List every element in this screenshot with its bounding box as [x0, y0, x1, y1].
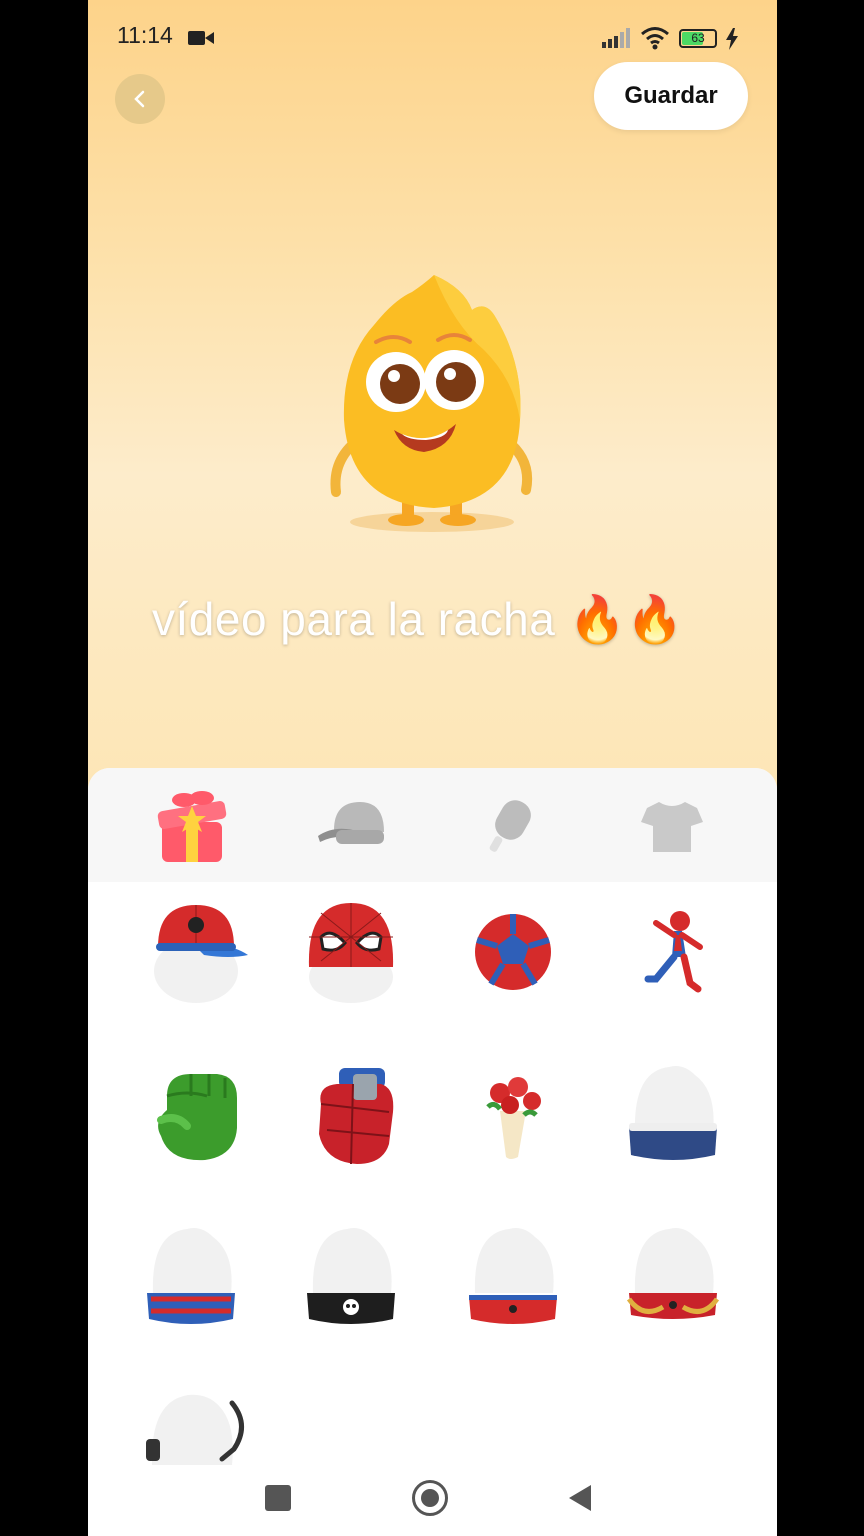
item-spiderman-glove[interactable]: [296, 1056, 406, 1176]
item-skull-headband[interactable]: [296, 1218, 406, 1338]
customization-panel: [88, 768, 777, 1536]
tab-clothes[interactable]: [632, 786, 712, 866]
battery-icon: 63: [679, 29, 717, 48]
spider-headband-icon: [469, 1228, 557, 1324]
skull-headband-icon: [307, 1228, 395, 1324]
recents-button[interactable]: [258, 1478, 298, 1518]
status-time: 11:14: [117, 22, 173, 48]
gift-icon: [157, 791, 227, 862]
flame-mascot-avatar: [330, 275, 532, 532]
cap-icon: [318, 802, 384, 844]
video-camera-icon: [188, 31, 214, 45]
system-navigation-bar: [88, 1460, 777, 1536]
spiderman-figure-icon: [644, 911, 703, 993]
video-caption: vídeo para la racha 🔥🔥: [152, 593, 685, 645]
soccer-ball-icon: [475, 914, 551, 990]
tshirt-icon: [641, 802, 703, 852]
phone-screen: 11:14 63 Guardar vídeo para la racha 🔥🔥: [88, 0, 777, 1536]
green-fist-icon: [157, 1074, 237, 1161]
charging-icon: [726, 28, 738, 50]
item-spiderman-mask[interactable]: [296, 892, 406, 1012]
item-spiderman-figure[interactable]: [618, 892, 728, 1012]
chevron-left-icon: [134, 90, 145, 108]
signal-icon: [602, 28, 630, 48]
tab-gifts[interactable]: [152, 786, 232, 866]
esu-headband-icon: [629, 1066, 717, 1160]
item-flower-bouquet[interactable]: [458, 1056, 568, 1176]
back-nav-button[interactable]: [560, 1478, 600, 1518]
back-button[interactable]: [115, 74, 165, 124]
spiderman-glove-icon: [319, 1068, 394, 1165]
category-tabs: [88, 768, 777, 882]
square-icon: [265, 1485, 291, 1511]
home-button[interactable]: [410, 1478, 450, 1518]
wifi-icon: [641, 27, 669, 50]
triangle-back-icon: [569, 1485, 591, 1511]
flower-bouquet-icon: [486, 1077, 541, 1159]
save-button[interactable]: Guardar: [594, 62, 748, 130]
tab-hats[interactable]: [312, 786, 392, 866]
tab-items[interactable]: [472, 786, 552, 866]
item-green-fist[interactable]: [140, 1056, 250, 1176]
item-spiderman-cap[interactable]: [143, 892, 253, 1012]
red-gold-headband-icon: [626, 1228, 720, 1319]
battery-level: 63: [691, 31, 705, 45]
item-blue-red-headband[interactable]: [136, 1218, 246, 1338]
spiderman-cap-icon: [154, 905, 248, 1003]
spiderman-mask-icon: [308, 903, 394, 1003]
item-spider-headband[interactable]: [458, 1218, 568, 1338]
item-red-gold-headband[interactable]: [618, 1218, 728, 1338]
avatar-preview-area: 11:14 63 Guardar vídeo para la racha 🔥🔥: [88, 0, 777, 790]
blue-red-headband-icon: [147, 1228, 235, 1324]
item-soccer-ball[interactable]: [458, 892, 568, 1012]
circle-icon: [412, 1480, 448, 1516]
popsicle-icon: [489, 800, 531, 852]
item-esu-headband[interactable]: [618, 1056, 728, 1176]
